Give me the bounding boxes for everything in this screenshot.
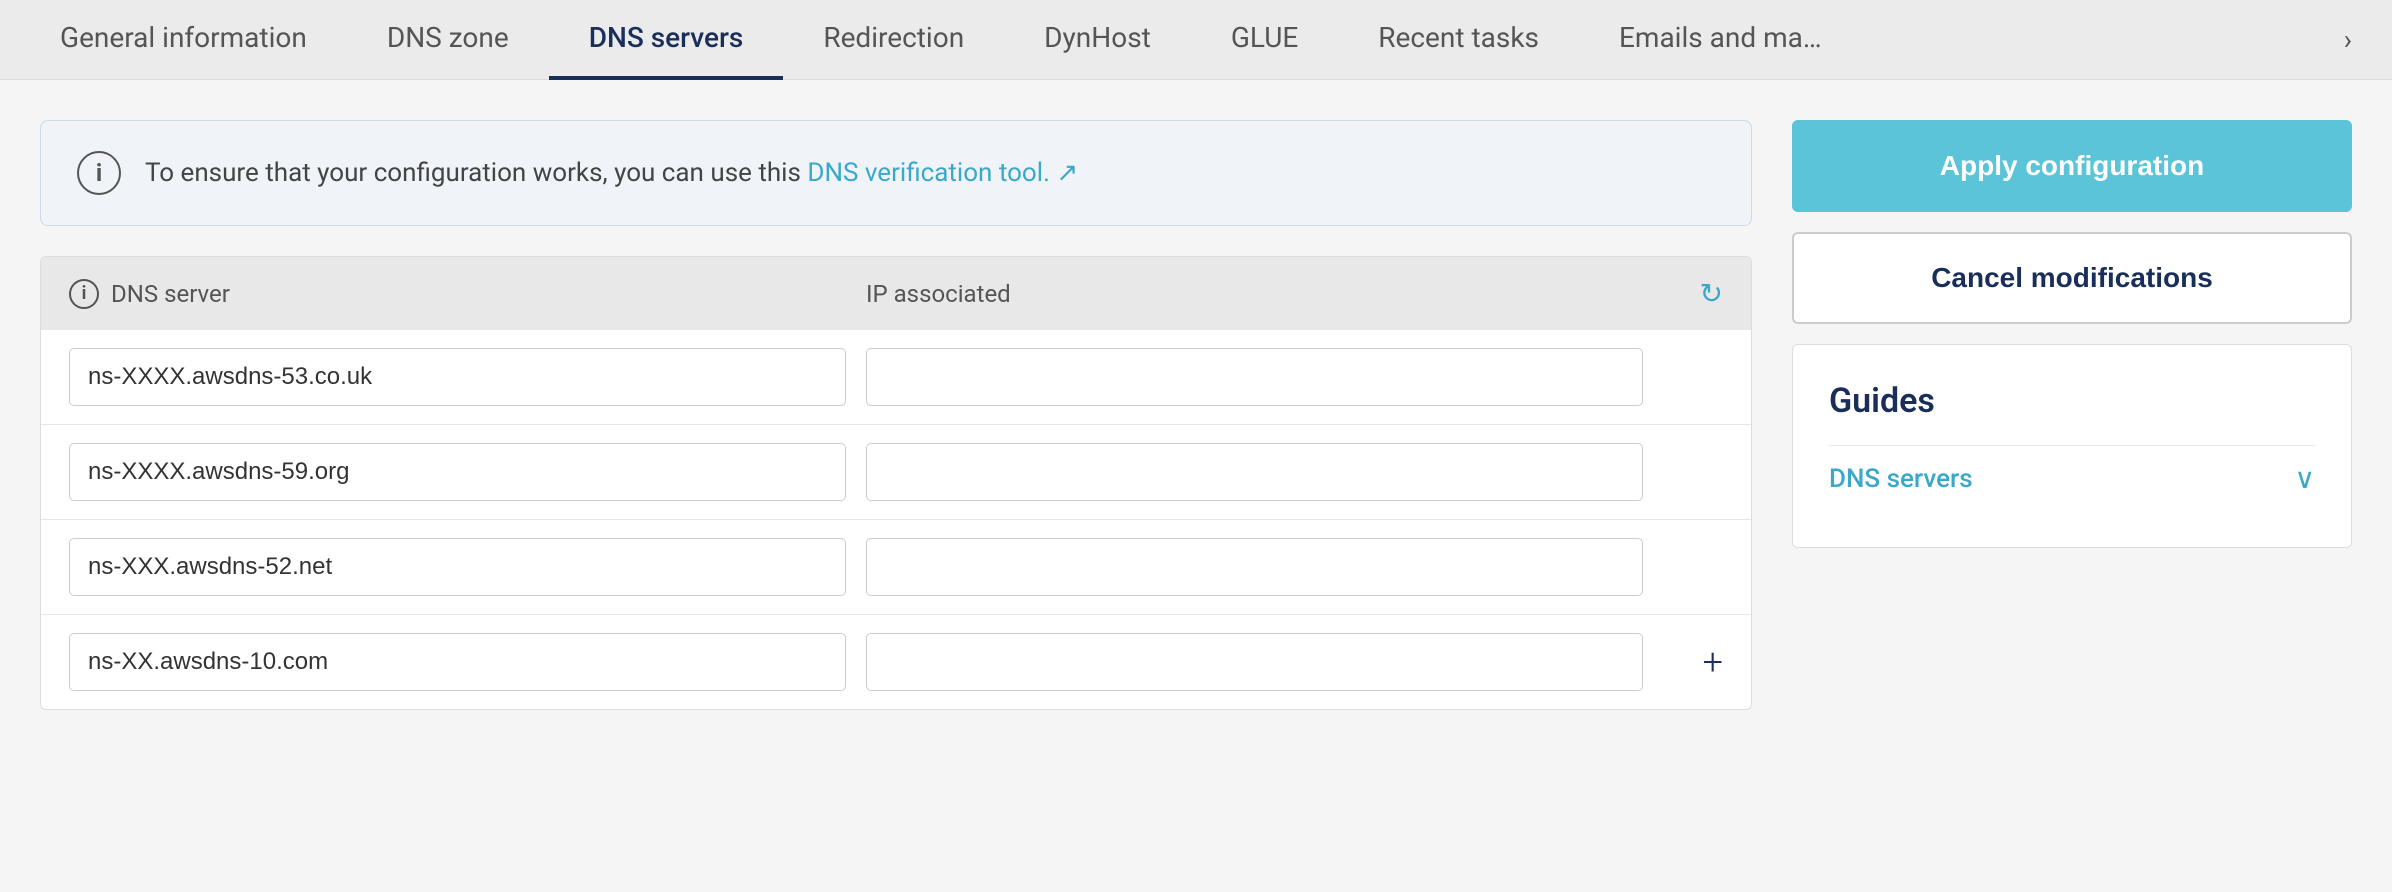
tab-dynhost[interactable]: DynHost [1004,0,1191,80]
info-icon: i [77,151,121,195]
dns-server-input-3[interactable] [69,538,846,596]
guides-panel: Guides DNS servers ∨ [1792,344,2352,548]
tab-emails-and-ma[interactable]: Emails and ma… [1579,0,1862,80]
tab-general-information[interactable]: General information [20,0,347,80]
external-link-icon: ↗ [1056,158,1078,188]
ip-associated-input-1[interactable] [866,348,1643,406]
tab-glue[interactable]: GLUE [1191,0,1338,80]
tab-dns-servers[interactable]: DNS servers [549,0,784,80]
table-row [41,425,1751,520]
col-info-icon: i [69,279,99,309]
dns-table: i DNS server IP associated ↻ [40,256,1752,710]
apply-configuration-button[interactable]: Apply configuration [1792,120,2352,212]
dns-server-input-4[interactable] [69,633,846,691]
col-ip-associated-label: IP associated [866,280,1643,308]
dns-server-input-2[interactable] [69,443,846,501]
guide-chevron-down-icon: ∨ [2295,462,2316,495]
tab-redirection[interactable]: Redirection [783,0,1004,80]
guide-item-label: DNS servers [1829,464,1973,494]
table-row [41,520,1751,615]
guides-title: Guides [1829,381,2315,421]
tab-scroll-right-icon[interactable]: › [2324,23,2372,56]
tab-recent-tasks[interactable]: Recent tasks [1338,0,1579,80]
refresh-icon[interactable]: ↻ [1663,277,1723,310]
guide-item-dns-servers[interactable]: DNS servers ∨ [1829,445,2315,511]
main-content: i To ensure that your configuration work… [0,80,2392,892]
add-row-icon[interactable]: + [1663,641,1723,683]
col-dns-server-label: i DNS server [69,279,846,309]
tab-navigation: General information DNS zone DNS servers… [0,0,2392,80]
info-banner-text: To ensure that your configuration works,… [145,158,1078,188]
dns-verification-tool-link[interactable]: DNS verification tool. ↗ [807,158,1078,188]
table-row: + [41,615,1751,709]
table-row [41,330,1751,425]
ip-associated-input-3[interactable] [866,538,1643,596]
dns-table-body: + [41,330,1751,709]
dns-table-header: i DNS server IP associated ↻ [41,257,1751,330]
left-panel: i To ensure that your configuration work… [40,120,1752,852]
ip-associated-input-2[interactable] [866,443,1643,501]
dns-server-input-1[interactable] [69,348,846,406]
cancel-modifications-button[interactable]: Cancel modifications [1792,232,2352,324]
right-panel: Apply configuration Cancel modifications… [1792,120,2352,852]
info-banner: i To ensure that your configuration work… [40,120,1752,226]
tab-dns-zone[interactable]: DNS zone [347,0,549,80]
ip-associated-input-4[interactable] [866,633,1643,691]
